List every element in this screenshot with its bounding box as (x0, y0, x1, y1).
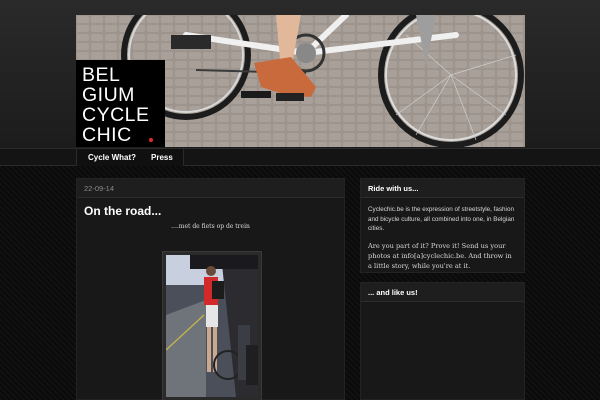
site-logo[interactable]: BEL GIUM CYCLE CHIC (76, 60, 165, 147)
train-platform-photo (166, 255, 258, 397)
widget-paragraph: Cyclechic.be is the expression of street… (368, 206, 515, 232)
post-date: 22-09-14 (77, 179, 344, 198)
logo-text-line: CYCLE (82, 104, 150, 126)
sidebar-widget-ride-with-us: Ride with us... Cyclechic.be is the expr… (360, 178, 525, 273)
post-title[interactable]: On the road... (84, 204, 344, 218)
widget-title: ... and like us! (361, 283, 524, 302)
post-photo[interactable] (162, 251, 262, 400)
blog-post: 22-09-14 On the road... ....met de fiets… (76, 178, 345, 400)
post-subtitle: ....met de fiets op de trein (171, 223, 250, 230)
logo-text-line: CHIC (82, 124, 132, 146)
widget-title: Ride with us... (361, 179, 524, 198)
logo-text-line: BEL (82, 64, 121, 86)
widget-paragraph: Are you part of it? Prove it! Send us yo… (368, 241, 512, 270)
main-navigation: Cycle What? Press (0, 148, 600, 166)
sidebar-widget-like-us: ... and like us! (360, 282, 525, 400)
nav-link-press[interactable]: Press (141, 149, 184, 166)
logo-red-dot (149, 138, 153, 142)
logo-text-line: GIUM (82, 84, 135, 106)
nav-link-cycle-what[interactable]: Cycle What? (76, 149, 148, 166)
